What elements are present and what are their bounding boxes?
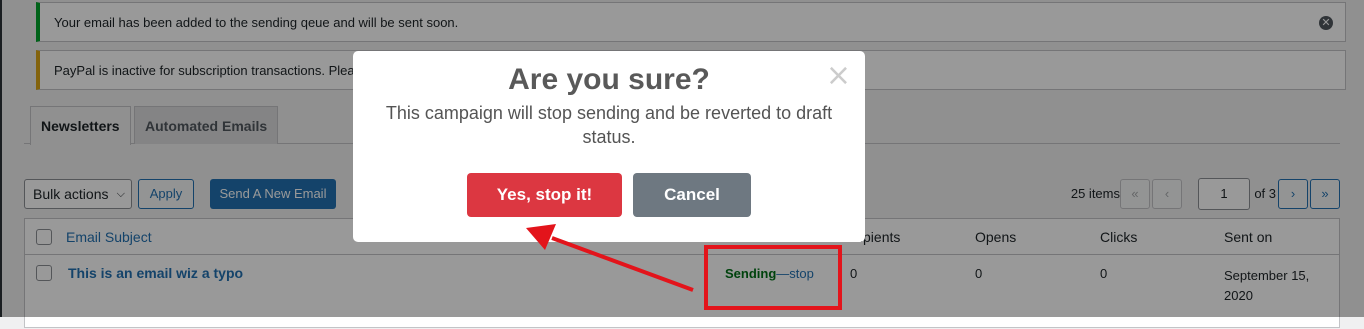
annotation-arrow-icon [526,224,694,292]
